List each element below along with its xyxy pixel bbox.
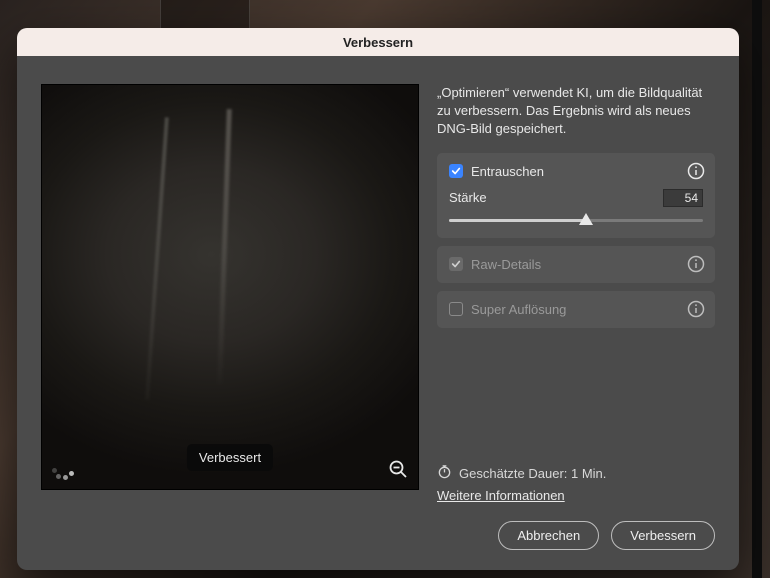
background-filmstrip-slot bbox=[160, 0, 250, 28]
preview-state-badge: Verbessert bbox=[187, 444, 273, 471]
loading-spinner-icon bbox=[52, 457, 74, 479]
dialog-button-row: Abbrechen Verbessern bbox=[17, 521, 739, 570]
more-info-link[interactable]: Weitere Informationen bbox=[437, 488, 565, 503]
raw-details-panel: Raw-Details bbox=[437, 246, 715, 283]
confirm-button[interactable]: Verbessern bbox=[611, 521, 715, 550]
denoise-slider[interactable] bbox=[449, 213, 703, 227]
zoom-out-icon[interactable] bbox=[388, 459, 408, 479]
denoise-checkbox[interactable] bbox=[449, 164, 463, 178]
denoise-value-input[interactable] bbox=[663, 189, 703, 207]
stopwatch-icon bbox=[437, 464, 452, 482]
raw-details-checkbox bbox=[449, 257, 463, 271]
denoise-panel: Entrauschen Stärke bbox=[437, 153, 715, 238]
denoise-label: Entrauschen bbox=[471, 164, 544, 179]
raw-details-label: Raw-Details bbox=[471, 257, 541, 272]
preview-column: Verbessert bbox=[41, 84, 419, 503]
background-right-rail bbox=[752, 0, 762, 578]
dialog-titlebar: Verbessern bbox=[17, 28, 739, 56]
raw-details-info-icon[interactable] bbox=[687, 255, 705, 273]
cancel-button[interactable]: Abbrechen bbox=[498, 521, 599, 550]
denoise-slider-label: Stärke bbox=[449, 190, 487, 205]
preview-image[interactable]: Verbessert bbox=[41, 84, 419, 490]
dialog-content: Verbessert „Optimieren“ verwendet KI, um… bbox=[17, 56, 739, 521]
super-resolution-checkbox bbox=[449, 302, 463, 316]
dialog-title: Verbessern bbox=[343, 35, 413, 50]
super-resolution-panel: Super Auflösung bbox=[437, 291, 715, 328]
super-resolution-info-icon[interactable] bbox=[687, 300, 705, 318]
eta-label: Geschätzte Dauer: 1 Min. bbox=[459, 466, 606, 481]
options-column: „Optimieren“ verwendet KI, um die Bildqu… bbox=[437, 84, 715, 503]
super-resolution-label: Super Auflösung bbox=[471, 302, 566, 317]
dialog-description: „Optimieren“ verwendet KI, um die Bildqu… bbox=[437, 84, 715, 139]
denoise-info-icon[interactable] bbox=[687, 162, 705, 180]
footer-info: Geschätzte Dauer: 1 Min. Weitere Informa… bbox=[437, 464, 715, 503]
enhance-dialog: Verbessern Verbessert „Optimieren“ verwe bbox=[17, 28, 739, 570]
